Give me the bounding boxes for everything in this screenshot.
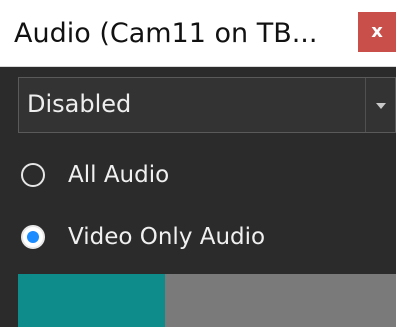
audio-settings-panel: Disabled All Audio Video Only Audio [0, 67, 396, 327]
close-button[interactable]: x [358, 12, 396, 52]
radio-all-audio[interactable]: All Audio [0, 151, 396, 199]
close-icon: x [371, 21, 383, 42]
radio-video-only-audio[interactable]: Video Only Audio [0, 213, 396, 261]
dropdown-button[interactable] [365, 78, 395, 132]
audio-level-fill [18, 274, 166, 327]
audio-source-dropdown[interactable]: Disabled [18, 77, 396, 133]
audio-source-value: Disabled [27, 90, 132, 118]
radio-video-only-audio-label: Video Only Audio [68, 224, 266, 250]
radio-all-audio-label: All Audio [68, 162, 170, 188]
radio-unchecked-icon[interactable] [21, 163, 45, 187]
chevron-down-icon [376, 103, 386, 109]
radio-selected-dot [27, 231, 39, 243]
title-bar[interactable]: Audio (Cam11 on TB... x [0, 0, 396, 67]
audio-level-meter [18, 274, 396, 327]
radio-checked-icon[interactable] [21, 225, 45, 249]
audio-window: Audio (Cam11 on TB... x Disabled All Aud… [0, 0, 396, 327]
window-title: Audio (Cam11 on TB... [14, 18, 318, 49]
